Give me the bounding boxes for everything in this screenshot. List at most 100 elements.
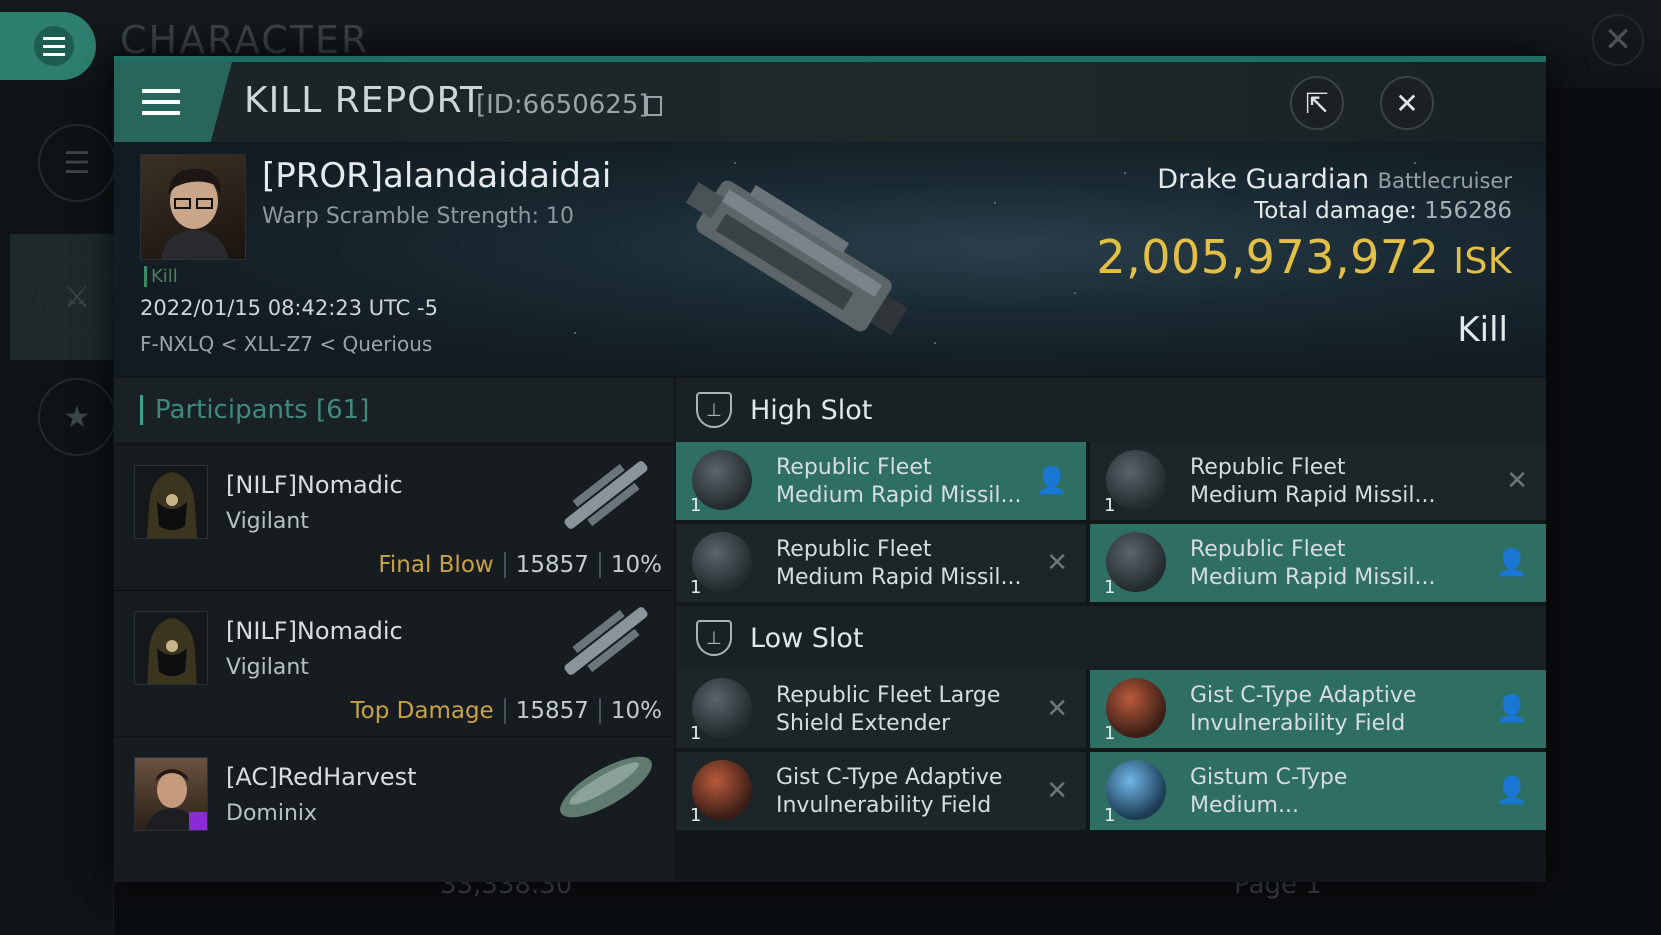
module-quantity: 1: [690, 805, 702, 826]
kill-report-modal: KILL REPORT [ID:6650625] ⇱ ✕ [PROR]aland…: [114, 56, 1546, 882]
isk-amount: 2,005,973,972: [1096, 230, 1440, 284]
total-damage-label: Total damage:: [1254, 198, 1417, 224]
module-quantity: 1: [690, 495, 702, 516]
kill-tag: Kill: [144, 266, 178, 287]
module-quantity: 1: [1104, 723, 1116, 744]
module-item[interactable]: 1 Republic Fleet Medium Rapid Missil... ✕: [676, 524, 1086, 602]
participant-ship: Dominix: [226, 801, 318, 826]
participants-title: Participants [61]: [155, 395, 370, 425]
crossed-swords-icon[interactable]: ⚔: [38, 258, 116, 336]
participant-name[interactable]: [AC]RedHarvest: [226, 763, 417, 791]
module-name: Gistum C-Type Medium...: [1190, 765, 1348, 818]
participant-name[interactable]: [NILF]Nomadic: [226, 471, 403, 499]
background-sidebar: ☰ ⚔ ★: [0, 88, 116, 935]
destroyed-icon: ✕: [1506, 466, 1528, 496]
isk-unit: ISK: [1453, 241, 1512, 282]
share-button[interactable]: ⇱: [1290, 76, 1344, 130]
module-item[interactable]: 1 Gistum C-Type Medium... 👤: [1090, 752, 1546, 830]
high-slot-header: ⊥ High Slot: [676, 378, 1546, 442]
fitting-panel: ⊥ High Slot 1 Republic Fleet Medium Rapid…: [676, 378, 1546, 882]
module-item[interactable]: 1 Republic Fleet Medium Rapid Missil... 👤: [676, 442, 1086, 520]
participant-damage: 15857: [515, 552, 589, 578]
low-slot-icon: ⊥: [696, 620, 732, 656]
isk-value: 2,005,973,972 ISK: [1096, 230, 1512, 284]
dropped-icon: 👤: [1495, 694, 1528, 724]
participant-damage: 15857: [515, 698, 589, 724]
module-item[interactable]: 1 Republic Fleet Medium Rapid Missil... 👤: [1090, 524, 1546, 602]
hamburger-icon: [142, 89, 180, 115]
list-icon[interactable]: ☰: [38, 124, 116, 202]
victim-avatar[interactable]: [140, 154, 246, 260]
module-name: Gist C-Type Adaptive Invulnerability Fiel…: [1190, 683, 1417, 736]
module-name: Republic Fleet Medium Rapid Missil...: [776, 455, 1022, 508]
corp-badge-icon: [189, 812, 207, 830]
modal-title: KILL REPORT: [244, 80, 483, 121]
modal-menu-button[interactable]: [114, 62, 232, 142]
module-name: Republic Fleet Medium Rapid Missil...: [776, 537, 1022, 590]
total-damage: Total damage: 156286: [1254, 198, 1512, 224]
victim-ship-name[interactable]: Drake Guardian: [1157, 164, 1369, 195]
participant-avatar[interactable]: [134, 465, 208, 539]
high-slot-label: High Slot: [750, 394, 873, 426]
module-quantity: 1: [1104, 495, 1116, 516]
destroyed-icon: ✕: [1046, 694, 1068, 724]
participant-stats: Top Damage 15857 10%: [351, 698, 662, 724]
module-item[interactable]: 1 Republic Fleet Large Shield Extender ✕: [676, 670, 1086, 748]
external-link-icon: ⇱: [1305, 86, 1329, 120]
participant-name[interactable]: [NILF]Nomadic: [226, 617, 403, 645]
module-item[interactable]: 1 Gist C-Type Adaptive Invulnerability Fi…: [676, 752, 1086, 830]
participant-ship: Vigilant: [226, 655, 309, 680]
module-name: Republic Fleet Large Shield Extender: [776, 683, 1001, 736]
participant-ship: Vigilant: [226, 509, 309, 534]
participant-row[interactable]: [NILF]Nomadic Vigilant Top Damage 15857 …: [114, 590, 674, 736]
close-button[interactable]: ✕: [1380, 76, 1434, 130]
participant-ship-image: [560, 756, 652, 818]
participant-avatar[interactable]: [134, 611, 208, 685]
participant-avatar[interactable]: [134, 757, 208, 831]
kill-timestamp: 2022/01/15 08:42:23 UTC -5: [140, 296, 438, 320]
victim-ship: Drake Guardian Battlecruiser: [1157, 164, 1512, 195]
participant-ship-image: [564, 461, 648, 529]
copy-icon[interactable]: [646, 96, 662, 116]
kill-location[interactable]: F-NXLQ < XLL-Z7 < Querious: [140, 332, 432, 356]
module-quantity: 1: [690, 723, 702, 744]
module-quantity: 1: [690, 577, 702, 598]
victim-name[interactable]: [PROR]alandaidaidai: [262, 156, 611, 196]
victim-ship-class: Battlecruiser: [1377, 169, 1512, 193]
star-icon[interactable]: ★: [38, 378, 116, 456]
participant-tag: Final Blow: [378, 552, 494, 578]
victim-ship-image[interactable]: [654, 156, 934, 356]
destroyed-icon: ✕: [1046, 776, 1068, 806]
main-menu-button[interactable]: [0, 12, 96, 80]
modal-header: KILL REPORT [ID:6650625] ⇱ ✕: [114, 62, 1546, 142]
dropped-icon: 👤: [1035, 466, 1068, 496]
background-close-icon[interactable]: ✕: [1592, 14, 1644, 66]
module-item[interactable]: 1 Republic Fleet Medium Rapid Missil... ✕: [1090, 442, 1546, 520]
participant-stats: Final Blow 15857 10%: [378, 552, 662, 578]
dropped-icon: 👤: [1495, 548, 1528, 578]
dropped-icon: 👤: [1495, 776, 1528, 806]
module-name: Republic Fleet Medium Rapid Missil...: [1190, 455, 1436, 508]
report-id: [ID:6650625]: [476, 90, 649, 120]
participant-row[interactable]: [NILF]Nomadic Vigilant Final Blow 15857 …: [114, 444, 674, 590]
participant-percent: 10%: [610, 552, 662, 578]
module-name: Republic Fleet Medium Rapid Missil...: [1190, 537, 1436, 590]
module-quantity: 1: [1104, 805, 1116, 826]
victim-detail: Warp Scramble Strength: 10: [262, 204, 575, 229]
close-icon: ✕: [1395, 86, 1419, 120]
participant-tag: Top Damage: [350, 698, 494, 724]
total-damage-value: 156286: [1424, 198, 1512, 224]
participants-panel: Participants [61] [NILF]Nomadic Vigilant…: [114, 378, 674, 882]
participant-row[interactable]: [AC]RedHarvest Dominix: [114, 736, 674, 882]
participants-header: Participants [61]: [114, 378, 674, 442]
hamburger-icon: [34, 26, 74, 66]
module-item[interactable]: 1 Gist C-Type Adaptive Invulnerability Fi…: [1090, 670, 1546, 748]
low-slot-header: ⊥ Low Slot: [676, 606, 1546, 670]
participant-ship-image: [564, 607, 648, 675]
victim-banner: [PROR]alandaidaidai Warp Scramble Streng…: [114, 142, 1546, 376]
module-quantity: 1: [1104, 577, 1116, 598]
destroyed-icon: ✕: [1046, 548, 1068, 578]
kill-result: Kill: [1457, 310, 1508, 350]
low-slot-label: Low Slot: [750, 622, 864, 654]
module-name: Gist C-Type Adaptive Invulnerability Fiel…: [776, 765, 1003, 818]
